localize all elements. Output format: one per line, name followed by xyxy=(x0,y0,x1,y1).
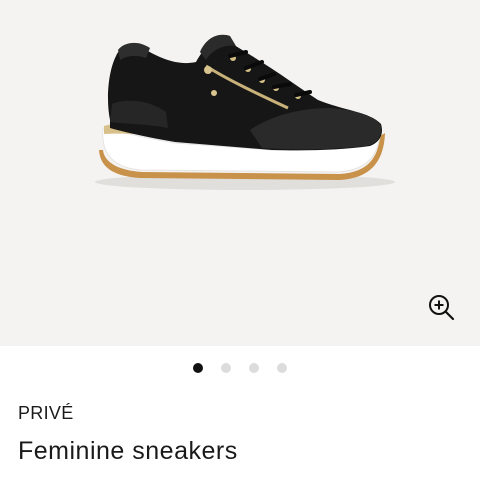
carousel-dot[interactable] xyxy=(193,363,203,373)
zoom-in-icon xyxy=(429,295,455,321)
carousel-dot[interactable] xyxy=(249,363,259,373)
carousel-pagination xyxy=(0,363,480,373)
carousel-dot[interactable] xyxy=(221,363,231,373)
zoom-button[interactable] xyxy=(424,290,460,326)
sneaker-image xyxy=(95,34,395,190)
product-title: Feminine sneakers xyxy=(18,437,238,465)
product-brand: PRIVÉ xyxy=(18,403,74,423)
carousel-dot[interactable] xyxy=(277,363,287,373)
product-image-gallery[interactable] xyxy=(0,0,480,346)
